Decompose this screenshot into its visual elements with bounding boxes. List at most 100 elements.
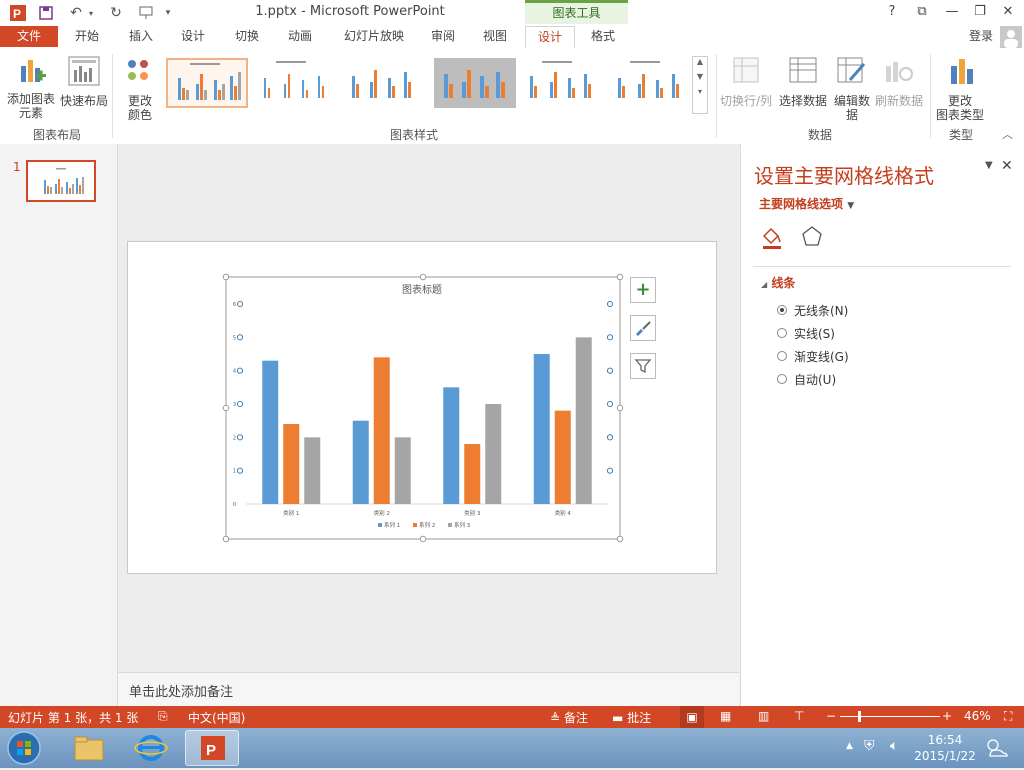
- change-colors-button[interactable]: 更改 颜色: [118, 52, 162, 124]
- select-data-button[interactable]: 选择数据: [778, 52, 828, 108]
- security-shield-icon[interactable]: ⛨: [864, 738, 875, 754]
- gallery-more-icon[interactable]: ▾: [693, 87, 707, 96]
- zoom-level[interactable]: 46%: [964, 709, 991, 723]
- bar[interactable]: [283, 424, 300, 504]
- help-button[interactable]: ?: [880, 3, 904, 21]
- gridline-handle-left[interactable]: [236, 400, 244, 408]
- gridline-handle-left[interactable]: [236, 467, 244, 474]
- undo-dropdown-icon[interactable]: ▾: [86, 4, 96, 22]
- reading-view-icon[interactable]: ▥: [758, 709, 769, 723]
- radio-gradient-line[interactable]: 渐变线(G): [777, 348, 957, 366]
- gridline-handle-left[interactable]: [236, 300, 244, 308]
- bar[interactable]: [485, 404, 502, 504]
- undo-icon[interactable]: ↶: [66, 4, 86, 22]
- volume-icon[interactable]: 🔈︎: [890, 738, 898, 754]
- ribbon-display-options-icon[interactable]: ⧉: [910, 3, 934, 21]
- radio-solid-line[interactable]: 实线(S): [777, 325, 957, 343]
- tab-design[interactable]: 设计: [170, 26, 216, 47]
- gridline-handle-right[interactable]: [606, 400, 614, 408]
- gallery-down-icon[interactable]: ▼: [693, 72, 707, 81]
- tab-view[interactable]: 视图: [472, 26, 518, 47]
- zoom-slider-thumb[interactable]: [858, 711, 861, 722]
- bar[interactable]: [443, 387, 460, 504]
- zoom-in-icon[interactable]: +: [942, 709, 952, 723]
- spell-check-icon[interactable]: ⎘: [158, 709, 168, 724]
- notes-area[interactable]: 单击此处添加备注: [118, 672, 739, 707]
- resize-handle[interactable]: [419, 535, 427, 543]
- tab-chart-design[interactable]: 设计: [525, 26, 575, 48]
- tab-review[interactable]: 审阅: [420, 26, 466, 47]
- powerpoint-taskbar-icon[interactable]: P: [185, 730, 239, 766]
- gridline-handle-right[interactable]: [606, 434, 614, 441]
- chart-style-6[interactable]: [608, 58, 690, 108]
- switch-row-column-button[interactable]: 切换行/列: [720, 52, 772, 108]
- chart-style-5[interactable]: [520, 58, 602, 108]
- bar[interactable]: [304, 437, 321, 504]
- show-hidden-icons-icon[interactable]: ▲: [846, 741, 853, 751]
- language-indicator[interactable]: 中文(中国): [188, 709, 245, 726]
- refresh-data-button[interactable]: 刷新数据: [874, 52, 924, 108]
- radio-automatic[interactable]: 自动(U): [777, 371, 957, 389]
- tab-insert[interactable]: 插入: [118, 26, 164, 47]
- bar[interactable]: [575, 337, 592, 504]
- chart-style-2[interactable]: [254, 58, 336, 108]
- slide[interactable]: 图表标题 0123456 类别 1 类别 2 类别 3 类别 4 系列 1 系列 2 系列…: [127, 241, 717, 574]
- style-gallery-scroll[interactable]: ▲ ▼ ▾: [692, 56, 708, 114]
- start-button-icon[interactable]: [4, 729, 44, 767]
- tab-slideshow[interactable]: 幻灯片放映: [336, 26, 412, 47]
- save-icon[interactable]: [36, 4, 56, 22]
- pane-options-dropdown-icon[interactable]: ▼: [985, 160, 993, 171]
- bar[interactable]: [533, 354, 550, 504]
- radio-no-line[interactable]: 无线条(N): [777, 302, 957, 320]
- gridline-handle-right[interactable]: [606, 367, 614, 374]
- login-link[interactable]: 登录: [966, 26, 996, 47]
- chart-styles-brush-icon[interactable]: [630, 315, 656, 341]
- chart-filter-icon[interactable]: [630, 353, 656, 379]
- resize-handle[interactable]: [616, 535, 624, 543]
- bar[interactable]: [352, 420, 369, 504]
- slide-sorter-icon[interactable]: ▦: [720, 709, 731, 723]
- resize-handle[interactable]: [616, 404, 624, 412]
- gridline-handle-right[interactable]: [606, 300, 614, 308]
- change-chart-type-button[interactable]: 更改 图表类型: [934, 52, 988, 124]
- bar[interactable]: [373, 357, 390, 504]
- notes-toggle[interactable]: ≜ 备注: [550, 709, 588, 726]
- resize-handle[interactable]: [222, 273, 230, 281]
- chart-style-3[interactable]: [344, 58, 426, 108]
- normal-view-icon[interactable]: ▣: [680, 706, 704, 728]
- resize-handle[interactable]: [222, 535, 230, 543]
- gridline-handle-right[interactable]: [606, 334, 614, 341]
- user-avatar-icon[interactable]: [1000, 26, 1022, 48]
- chart-title[interactable]: 图表标题: [402, 283, 442, 296]
- tab-transitions[interactable]: 切换: [224, 26, 270, 47]
- bar[interactable]: [394, 437, 411, 504]
- zoom-slider-track[interactable]: [840, 716, 940, 717]
- chart-object[interactable]: 图表标题 0123456 类别 1 类别 2 类别 3 类别 4 系列 1 系列 2 系列…: [128, 242, 716, 573]
- gridline-handle-left[interactable]: [236, 434, 244, 441]
- fit-to-window-icon[interactable]: ⛶: [1004, 709, 1012, 724]
- file-explorer-icon[interactable]: [62, 730, 116, 766]
- comments-toggle[interactable]: ▬ 批注: [612, 709, 651, 726]
- zoom-out-icon[interactable]: −: [826, 709, 836, 723]
- chart-style-4[interactable]: [434, 58, 516, 108]
- redo-icon[interactable]: ↻: [106, 4, 126, 22]
- gridline-handle-left[interactable]: [236, 367, 244, 374]
- line-section-header[interactable]: ◢ 线条: [761, 274, 795, 291]
- resize-handle[interactable]: [616, 273, 624, 281]
- slideshow-view-icon[interactable]: ⊤: [794, 709, 804, 723]
- fill-line-tab-icon[interactable]: [759, 224, 785, 250]
- collapse-ribbon-icon[interactable]: ︿: [1002, 126, 1013, 142]
- tab-chart-format[interactable]: 格式: [580, 26, 626, 47]
- chart-elements-plus-icon[interactable]: +: [630, 277, 656, 303]
- chart-style-1[interactable]: [166, 58, 248, 108]
- gallery-up-icon[interactable]: ▲: [693, 57, 707, 66]
- chart-legend[interactable]: 系列 1 系列 2 系列 3: [378, 521, 471, 529]
- minimize-icon[interactable]: —: [940, 3, 964, 21]
- system-clock[interactable]: 16:54 2015/1/22: [912, 732, 978, 764]
- customize-toolbar-icon[interactable]: ▾: [162, 4, 174, 22]
- resize-handle[interactable]: [419, 273, 427, 281]
- bar[interactable]: [262, 360, 279, 504]
- edit-data-button[interactable]: 编辑数 据: [830, 52, 874, 124]
- gridline-handle-right[interactable]: [606, 467, 614, 474]
- powerpoint-app-icon[interactable]: P: [8, 4, 28, 22]
